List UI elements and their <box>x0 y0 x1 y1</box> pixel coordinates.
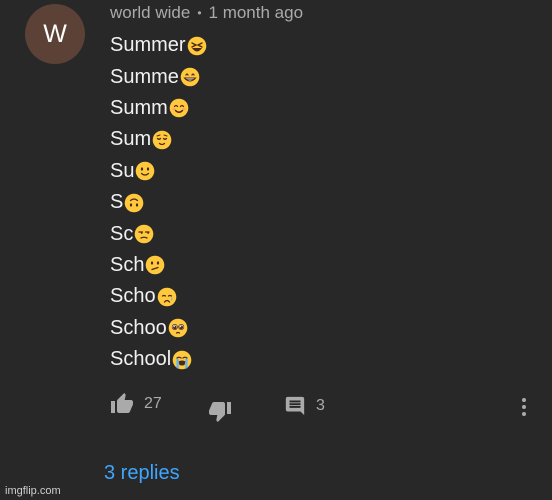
laughing-squint-emoji-icon <box>187 36 206 55</box>
dislike-button[interactable] <box>208 399 232 423</box>
meta-separator: • <box>197 6 202 20</box>
comment-time[interactable]: 1 month ago <box>209 3 304 23</box>
thumbs-up-icon <box>111 393 133 413</box>
comment-line: Sc <box>110 218 207 249</box>
unamused-emoji-icon <box>135 224 154 244</box>
upside-down-emoji-icon <box>125 193 144 212</box>
comment-line: Summer <box>110 30 207 61</box>
reply-button[interactable]: 3 <box>284 395 325 417</box>
like-button[interactable]: 27 <box>110 392 162 416</box>
comment-line-text: Sch <box>110 253 145 276</box>
comment-line-text: S <box>110 191 124 214</box>
comment-line-text: Schoo <box>110 316 167 339</box>
comment-line: Su <box>110 156 207 187</box>
comment-line-text: Scho <box>110 285 156 308</box>
comment-line: Summe <box>110 61 207 92</box>
view-replies-link[interactable]: 3 replies <box>104 462 180 485</box>
loudly-crying-emoji-icon <box>172 350 192 369</box>
grinning-teeth-emoji-icon <box>180 67 200 87</box>
comment-line-text: Sum <box>110 128 152 151</box>
reply-count: 3 <box>316 397 325 414</box>
comment-icon <box>285 396 305 416</box>
avatar[interactable]: W <box>25 4 85 64</box>
comment-line-text: Su <box>110 159 135 182</box>
comment-line-text: Summe <box>110 65 179 88</box>
comment-line: School <box>110 344 207 375</box>
comment-body: Summer Summe Summ Sum Su S Sc Sch Scho S… <box>110 30 207 375</box>
comment-line-text: Summ <box>110 96 168 119</box>
comment-header: world wide • 1 month ago <box>110 3 303 23</box>
comment-line-text: Sc <box>110 222 134 245</box>
comment-line: Sch <box>110 250 207 281</box>
comment-line: Scho <box>110 281 207 312</box>
confused-emoji-icon <box>146 256 165 275</box>
comment-line: Summ <box>110 93 207 124</box>
comment-line: S <box>110 187 207 218</box>
more-actions-button[interactable] <box>516 397 532 417</box>
imgflip-watermark: imgflip.com <box>5 485 61 497</box>
comment-line-text: Summer <box>110 34 186 57</box>
comment-actions: 27 3 <box>0 392 552 422</box>
more-vertical-icon <box>522 398 526 416</box>
crying-emoji-icon <box>157 287 176 307</box>
avatar-letter: W <box>43 19 67 48</box>
comment-line: Schoo <box>110 313 207 344</box>
pleading-emoji-icon <box>168 318 188 338</box>
author-name[interactable]: world wide <box>110 3 190 23</box>
relieved-emoji-icon <box>152 130 172 150</box>
comment-line-text: School <box>110 348 172 371</box>
comment-line: Sum <box>110 124 207 155</box>
slight-smile-emoji-icon <box>136 161 155 181</box>
thumbs-down-icon <box>209 402 231 422</box>
smiling-eyes-emoji-icon <box>169 99 189 118</box>
like-count: 27 <box>144 395 162 412</box>
